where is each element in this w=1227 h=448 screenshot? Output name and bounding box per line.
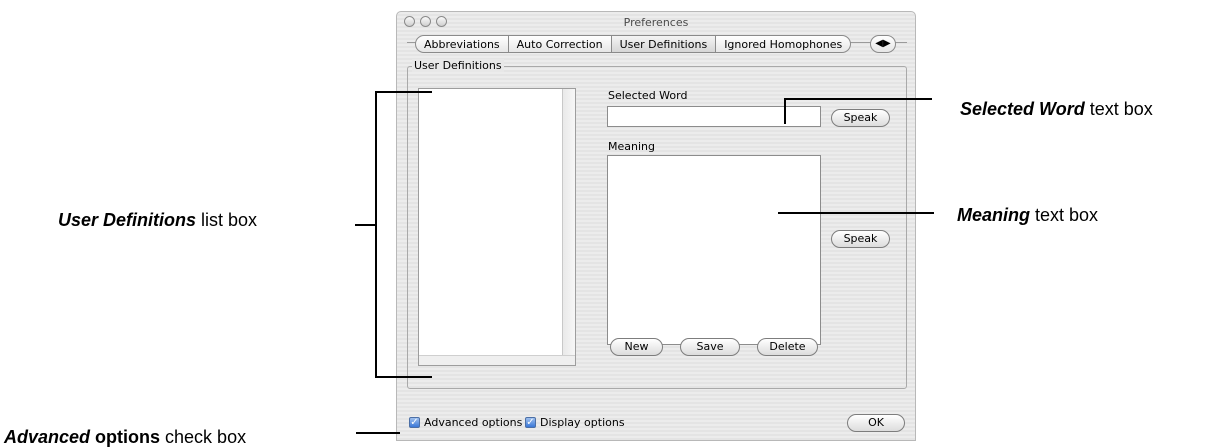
group-label: User Definitions — [412, 59, 504, 72]
selected-word-pointer — [784, 98, 786, 124]
speak-meaning-button[interactable]: Speak — [831, 230, 890, 248]
selected-word-field[interactable] — [607, 106, 821, 127]
meaning-label: Meaning — [608, 140, 655, 153]
preferences-window: Preferences Abbreviations Auto Correctio… — [396, 11, 916, 441]
tab-scroll-arrows-icon[interactable]: ◀▶ — [870, 35, 896, 53]
ok-button[interactable]: OK — [847, 414, 905, 432]
tab-abbreviations[interactable]: Abbreviations — [415, 35, 509, 53]
tab-user-definitions[interactable]: User Definitions — [611, 35, 717, 53]
advanced-options-checkbox[interactable]: ✓ — [409, 417, 420, 428]
delete-button[interactable]: Delete — [757, 338, 818, 356]
tab-ignored-homophones[interactable]: Ignored Homophones — [716, 35, 852, 53]
user-definitions-list[interactable] — [418, 88, 576, 366]
list-bracket-top — [375, 91, 432, 93]
speak-word-button[interactable]: Speak — [831, 109, 890, 127]
new-button[interactable]: New — [610, 338, 663, 356]
tab-bar: Abbreviations Auto Correction User Defin… — [415, 35, 852, 53]
meaning-callout-line — [778, 212, 934, 214]
selected-word-callout: Selected Word text box — [960, 99, 1153, 119]
tab-auto-correction[interactable]: Auto Correction — [508, 35, 612, 53]
selected-word-callout-line — [784, 98, 932, 100]
display-options-checkbox[interactable]: ✓ — [525, 417, 536, 428]
meaning-field[interactable] — [607, 155, 821, 345]
advanced-callout-line — [356, 432, 400, 434]
title-bar: Preferences — [397, 12, 915, 34]
list-bracket-bottom — [375, 376, 432, 378]
list-callout-line — [355, 224, 375, 226]
user-definitions-callout: User Definitions list box — [58, 210, 258, 230]
selected-word-label: Selected Word — [608, 89, 688, 102]
save-button[interactable]: Save — [680, 338, 740, 356]
advanced-options-label: Advanced options — [424, 416, 523, 429]
window-title: Preferences — [623, 16, 689, 29]
display-options-label: Display options — [540, 416, 625, 429]
advanced-callout: Advanced options check box — [4, 427, 247, 447]
list-horizontal-scrollbar[interactable] — [419, 355, 575, 365]
meaning-callout: Meaning text box — [957, 205, 1099, 225]
list-vertical-scrollbar[interactable] — [562, 89, 575, 365]
list-bracket-line — [375, 91, 377, 378]
